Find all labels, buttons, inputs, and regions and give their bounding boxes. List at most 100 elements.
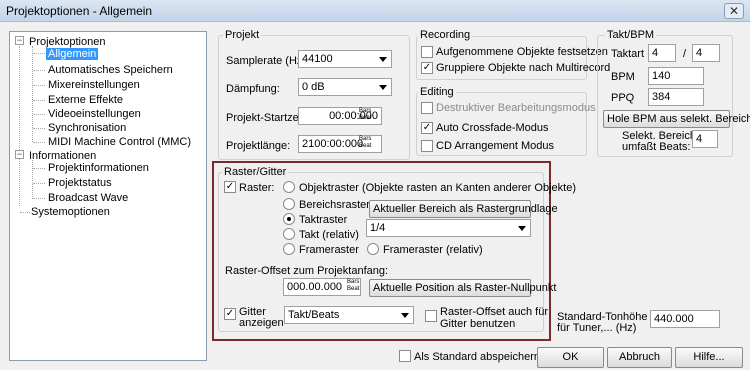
tree-item-projektinfo[interactable]: Projektinformationen [48, 162, 149, 174]
tree-connector [33, 128, 45, 129]
startzeit-label: Projekt-Startzeit: [226, 112, 308, 124]
tree-item-auto-save[interactable]: Automatisches Speichern [48, 64, 173, 76]
gitter-line2-label: anzeigen [239, 317, 284, 329]
objektraster-label: Objektraster (Objekte rasten an Kanten a… [299, 182, 576, 194]
raster-value-select[interactable]: 1/4 [366, 219, 531, 237]
tree-connector [33, 70, 45, 71]
taktart-numerator-value: 4 [652, 47, 659, 59]
close-button[interactable]: ✕ [724, 3, 744, 19]
daempfung-select[interactable]: 0 dB [298, 78, 392, 96]
ppq-input[interactable]: 384 [648, 88, 704, 106]
collapse-toggle-icon[interactable]: − [15, 150, 24, 159]
crossfade-label: Auto Crossfade-Modus [436, 122, 549, 134]
raster-group-title: Raster/Gitter [222, 166, 289, 178]
als-standard-checkbox[interactable] [399, 350, 411, 362]
dropdown-arrow-icon [379, 57, 387, 62]
tree-item-projektstatus[interactable]: Projektstatus [48, 177, 112, 189]
taktart-numerator-input[interactable]: 4 [648, 44, 676, 62]
taktart-denominator-input[interactable]: 4 [692, 44, 720, 62]
beats-input[interactable]: 4 [692, 130, 718, 148]
framerraster-label: Frameraster [299, 244, 359, 256]
taktraster-radio[interactable] [283, 213, 295, 225]
tree-item-video[interactable]: Videoeinstellungen [48, 108, 141, 120]
samplerate-select[interactable]: 44100 [298, 50, 392, 68]
framerraster-radio[interactable] [283, 243, 295, 255]
offset-auch-line2-label: Gitter benutzen [440, 318, 516, 330]
tree-item-broadcast[interactable]: Broadcast Wave [48, 192, 128, 204]
title-bar: Projektoptionen - Allgemein ✕ [0, 0, 750, 22]
tonhoehe-value: 440.000 [654, 313, 694, 325]
raster-checkbox[interactable]: ✓ [224, 181, 236, 193]
frameraster-relativ-label: Frameraster (relativ) [383, 244, 483, 256]
tree-connector [33, 183, 45, 184]
beat-unit-label: Beat [359, 115, 372, 121]
tree-item-projektoptionen[interactable]: Projektoptionen [29, 36, 105, 48]
als-standard-label: Als Standard abspeichern [414, 351, 540, 363]
tree-item-informationen[interactable]: Informationen [29, 150, 96, 162]
taktart-label: Taktart [611, 48, 645, 60]
objektraster-radio[interactable] [283, 181, 295, 193]
gitter-checkbox[interactable]: ✓ [224, 308, 236, 320]
options-tree[interactable]: − Projektoptionen Allgemein Automatische… [9, 31, 207, 361]
tree-line [32, 160, 33, 199]
offset-auch-line1-label: Raster-Offset auch für [440, 306, 549, 318]
tree-item-mixer[interactable]: Mixereinstellungen [48, 79, 140, 91]
laenge-label: Projektlänge: [226, 140, 291, 152]
cd-checkbox[interactable] [421, 140, 433, 152]
bars-unit-label: Bars [347, 279, 360, 285]
frameraster-relativ-radio[interactable] [367, 243, 379, 255]
ok-button[interactable]: OK [537, 347, 604, 368]
beat-unit-label: Beat [359, 143, 372, 149]
bereichsraster-radio[interactable] [283, 198, 295, 210]
tree-item-effekte[interactable]: Externe Effekte [48, 94, 123, 106]
tree-connector [33, 168, 45, 169]
bars-unit-label: Bars [359, 108, 372, 114]
crossfade-checkbox[interactable]: ✓ [421, 122, 433, 134]
aktueller-bereich-button[interactable]: Aktueller Bereich als Rastergrundlage [369, 200, 558, 218]
tree-connector [20, 212, 30, 213]
tree-item-mmc[interactable]: MIDI Machine Control (MMC) [48, 136, 191, 148]
bereichsraster-label: Bereichsraster [299, 199, 370, 211]
tonhoehe-input[interactable]: 440.000 [650, 310, 720, 328]
tree-connector [33, 114, 45, 115]
hole-bpm-button[interactable]: Hole BPM aus selekt. Bereich [603, 110, 750, 128]
tree-connector [33, 198, 45, 199]
dropdown-arrow-icon [401, 313, 409, 318]
festsetzen-checkbox[interactable] [421, 46, 433, 58]
tree-line [19, 46, 20, 206]
tree-connector [33, 100, 45, 101]
tree-connector [33, 142, 45, 143]
samplerate-value: 44100 [302, 53, 333, 65]
hilfe-button[interactable]: Hilfe... [675, 347, 743, 368]
collapse-toggle-icon[interactable]: − [15, 36, 24, 45]
tree-item-sync[interactable]: Synchronisation [48, 122, 126, 134]
tree-item-system[interactable]: Systemoptionen [31, 206, 110, 218]
destruktiv-checkbox[interactable] [421, 102, 433, 114]
takt-relativ-radio[interactable] [283, 228, 295, 240]
bpm-input[interactable]: 140 [648, 67, 704, 85]
aktuelle-position-button[interactable]: Aktuelle Position als Raster-Nullpunkt [369, 279, 556, 297]
gitter-select[interactable]: Takt/Beats [284, 306, 414, 324]
projekt-group-title: Projekt [223, 29, 262, 41]
taktraster-label: Taktraster [299, 214, 348, 226]
takt-group-title: Takt/BPM [605, 29, 657, 41]
ppq-label: PPQ [611, 92, 635, 104]
festsetzen-label: Aufgenommene Objekte festsetzen [436, 46, 608, 58]
gruppiere-label: Gruppiere Objekte nach Multirecord [436, 62, 611, 74]
offset-auch-checkbox[interactable] [425, 310, 437, 322]
gruppiere-checkbox[interactable]: ✓ [421, 62, 433, 74]
dropdown-arrow-icon [379, 85, 387, 90]
abbruch-button[interactable]: Abbruch [607, 347, 672, 368]
project-options-window: Projektoptionen - Allgemein ✕ − Projekto… [0, 0, 750, 370]
ppq-value: 384 [652, 91, 671, 103]
takt-relativ-label: Takt (relativ) [299, 229, 359, 241]
tree-connector [33, 53, 45, 54]
selekt-line2-label: umfaßt Beats: [622, 141, 691, 153]
raster-offset-value: 000.00.000 [287, 281, 343, 293]
cd-label: CD Arrangement Modus [436, 140, 554, 152]
beat-unit-label: Beat [347, 286, 360, 292]
bpm-value: 140 [652, 70, 671, 82]
dropdown-arrow-icon [518, 226, 526, 231]
editing-group-title: Editing [418, 86, 456, 98]
tree-item-allgemein[interactable]: Allgemein [46, 48, 99, 60]
